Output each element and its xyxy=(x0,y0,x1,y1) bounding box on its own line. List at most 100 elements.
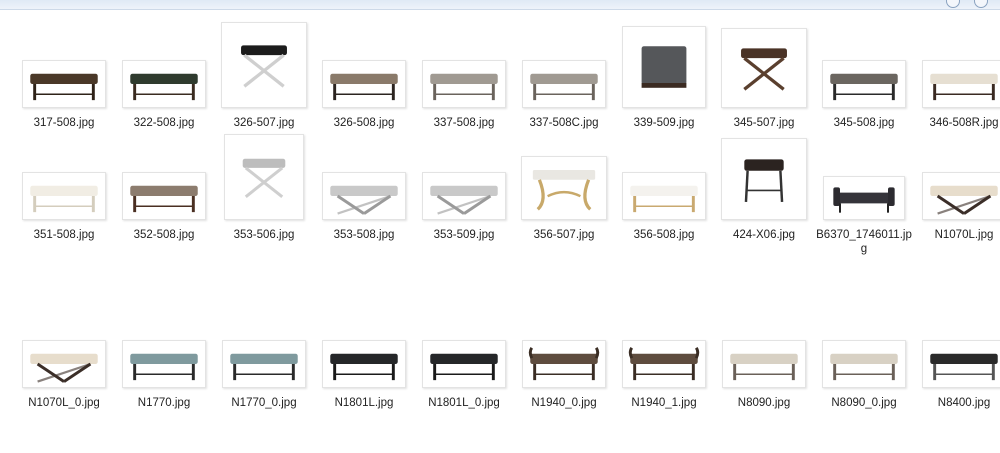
file-name: 351-508.jpg xyxy=(33,229,95,241)
thumbnail-frame xyxy=(422,60,506,108)
file-thumbnail xyxy=(621,298,707,388)
file-item[interactable]: N1940_0.jpg xyxy=(515,298,613,409)
file-item[interactable]: N1801L.jpg xyxy=(315,298,413,409)
file-name: 326-507.jpg xyxy=(233,117,295,129)
file-name: N1801L_0.jpg xyxy=(428,397,500,409)
file-item[interactable]: 352-508.jpg xyxy=(115,130,213,241)
file-name: N8400.jpg xyxy=(937,397,991,409)
thumbnail-frame xyxy=(224,134,304,220)
file-item[interactable]: 337-508.jpg xyxy=(415,18,513,129)
file-thumbnail xyxy=(221,130,307,220)
thumbnail-frame xyxy=(22,340,106,388)
thumbnail-frame xyxy=(22,172,106,220)
file-name: 346-508R.jpg xyxy=(929,117,999,129)
thumbnail-frame xyxy=(521,156,607,220)
file-name: 326-508.jpg xyxy=(333,117,395,129)
thumbnail-frame xyxy=(721,138,807,220)
file-name: 424-X06.jpg xyxy=(732,229,796,241)
file-thumbnail xyxy=(421,298,507,388)
file-item[interactable]: 353-508.jpg xyxy=(315,130,413,241)
file-item[interactable]: 424-X06.jpg xyxy=(715,130,813,241)
file-item[interactable]: 346-508R.jpg xyxy=(915,18,1000,129)
file-thumbnail xyxy=(421,130,507,220)
file-thumbnail xyxy=(521,298,607,388)
file-name: 339-509.jpg xyxy=(633,117,695,129)
file-item[interactable]: N1070L_0.jpg xyxy=(15,298,113,409)
file-item[interactable]: N8090.jpg xyxy=(715,298,813,409)
file-thumbnail xyxy=(721,18,807,108)
file-thumbnail xyxy=(321,298,407,388)
thumbnail-frame xyxy=(622,340,706,388)
file-item[interactable]: 345-507.jpg xyxy=(715,18,813,129)
file-thumbnail xyxy=(121,298,207,388)
help-icon[interactable] xyxy=(974,0,988,8)
file-thumbnail xyxy=(621,18,707,108)
file-thumbnail xyxy=(921,18,1000,108)
file-thumbnail xyxy=(921,298,1000,388)
file-thumbnail xyxy=(821,130,907,220)
file-name: N1940_0.jpg xyxy=(531,397,597,409)
file-thumbnail xyxy=(821,298,907,388)
minimize-icon[interactable] xyxy=(946,0,960,8)
file-item[interactable]: 337-508C.jpg xyxy=(515,18,613,129)
file-item[interactable]: N1770.jpg xyxy=(115,298,213,409)
file-item[interactable]: N1770_0.jpg xyxy=(215,298,313,409)
thumbnail-frame xyxy=(922,172,1000,220)
file-item[interactable]: 356-508.jpg xyxy=(615,130,713,241)
file-item[interactable]: N1070L.jpg xyxy=(915,130,1000,241)
file-item[interactable]: 351-508.jpg xyxy=(15,130,113,241)
thumbnail-frame xyxy=(322,340,406,388)
file-item[interactable]: 326-508.jpg xyxy=(315,18,413,129)
thumbnail-frame xyxy=(823,176,905,220)
file-item[interactable]: 317-508.jpg xyxy=(15,18,113,129)
file-item[interactable]: N8400.jpg xyxy=(915,298,1000,409)
file-name: 317-508.jpg xyxy=(33,117,95,129)
file-name: 322-508.jpg xyxy=(133,117,195,129)
file-name: N8090_0.jpg xyxy=(831,397,897,409)
file-name: 337-508.jpg xyxy=(433,117,495,129)
file-item[interactable]: N8090_0.jpg xyxy=(815,298,913,409)
thumbnail-frame xyxy=(822,60,906,108)
file-name: B6370_1746011.jpg xyxy=(816,229,912,255)
file-grid: 317-508.jpg 322-508.jpg 326-507.jpg 326-50… xyxy=(0,10,1000,453)
file-name: N1770_0.jpg xyxy=(231,397,297,409)
file-item[interactable]: N1940_1.jpg xyxy=(615,298,713,409)
file-name: N1940_1.jpg xyxy=(631,397,697,409)
file-name: N1770.jpg xyxy=(137,397,191,409)
file-item[interactable]: B6370_1746011.jpg xyxy=(815,130,913,255)
file-thumbnail xyxy=(721,298,807,388)
thumbnail-frame xyxy=(422,340,506,388)
file-thumbnail xyxy=(121,130,207,220)
file-thumbnail xyxy=(921,130,1000,220)
file-item[interactable]: 322-508.jpg xyxy=(115,18,213,129)
file-item[interactable]: N1801L_0.jpg xyxy=(415,298,513,409)
file-item[interactable]: 353-509.jpg xyxy=(415,130,513,241)
file-name: N8090.jpg xyxy=(737,397,791,409)
file-name: 356-508.jpg xyxy=(633,229,695,241)
thumbnail-frame xyxy=(822,340,906,388)
file-item[interactable]: 326-507.jpg xyxy=(215,18,313,129)
file-name: 356-507.jpg xyxy=(533,229,595,241)
file-name: N1070L_0.jpg xyxy=(28,397,100,409)
file-name: 345-508.jpg xyxy=(833,117,895,129)
file-item[interactable]: 356-507.jpg xyxy=(515,130,613,241)
thumbnail-frame xyxy=(722,340,806,388)
file-thumbnail xyxy=(221,18,307,108)
file-thumbnail xyxy=(721,130,807,220)
thumbnail-frame xyxy=(522,60,606,108)
file-item[interactable]: 345-508.jpg xyxy=(815,18,913,129)
thumbnail-frame xyxy=(122,172,206,220)
thumbnail-frame xyxy=(622,172,706,220)
file-thumbnail xyxy=(321,18,407,108)
file-item[interactable]: 339-509.jpg xyxy=(615,18,713,129)
thumbnail-frame xyxy=(522,340,606,388)
thumbnail-frame xyxy=(221,22,307,108)
file-name: 353-506.jpg xyxy=(233,229,295,241)
file-name: N1070L.jpg xyxy=(934,229,994,241)
file-thumbnail xyxy=(621,130,707,220)
file-thumbnail xyxy=(21,298,107,388)
file-name: 337-508C.jpg xyxy=(529,117,599,129)
file-item[interactable]: 353-506.jpg xyxy=(215,130,313,241)
file-name: 353-509.jpg xyxy=(433,229,495,241)
file-thumbnail xyxy=(21,130,107,220)
